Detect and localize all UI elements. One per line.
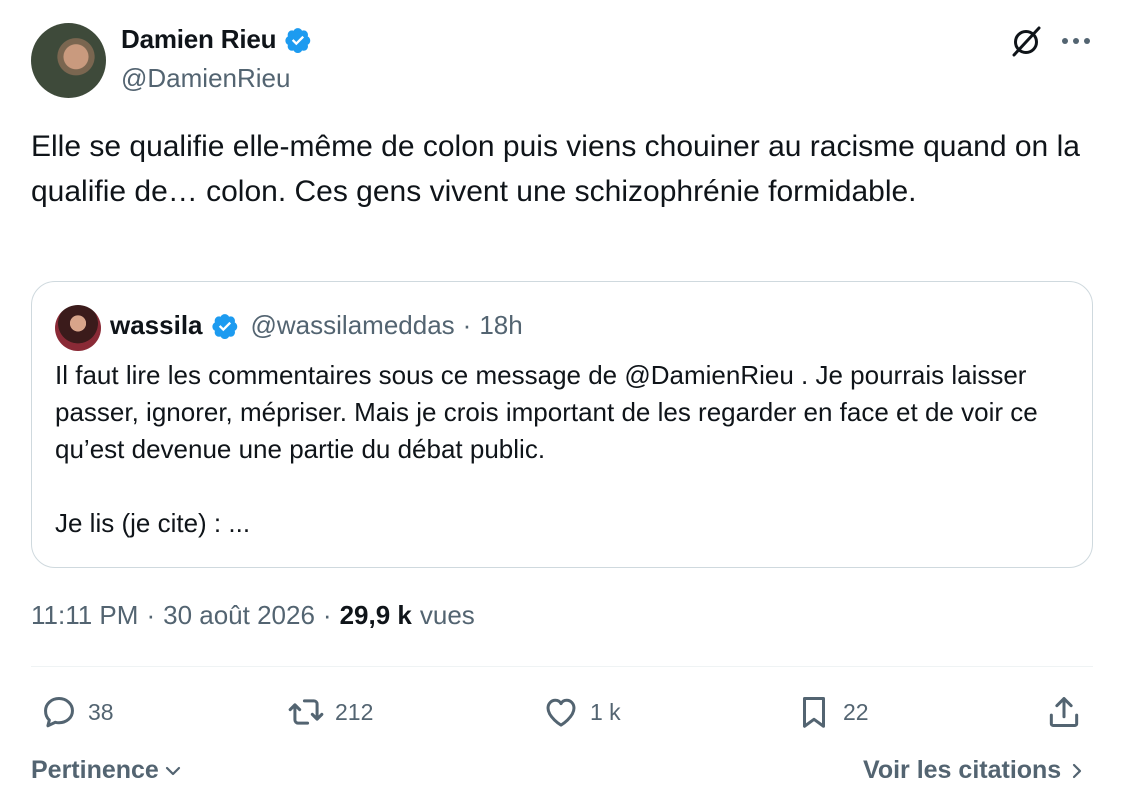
quoted-author-avatar[interactable]: [55, 305, 101, 351]
share-button[interactable]: [1045, 692, 1083, 732]
sort-dropdown[interactable]: Pertinence: [31, 756, 183, 785]
quoted-post-card[interactable]: wassila @wassilameddas · 18h Il faut lir…: [31, 281, 1093, 568]
view-quotes-link[interactable]: Voir les citations: [863, 756, 1085, 785]
post-text: Elle se qualifie elle-même de colon puis…: [31, 130, 1080, 208]
reply-button[interactable]: 38: [40, 692, 114, 732]
sort-label: Pertinence: [31, 756, 159, 784]
bookmark-button[interactable]: 22: [795, 692, 869, 732]
bookmark-count: 22: [843, 698, 869, 725]
post-page: Damien Rieu @DamienRieu Elle se qualifie…: [0, 0, 1123, 810]
verified-badge-icon: [211, 313, 237, 339]
quoted-author-handle[interactable]: @wassilameddas: [251, 310, 455, 341]
separator-dot: ·: [322, 600, 332, 630]
post-meta: 11:11 PM · 30 août 2026 · 29,9 k vues: [31, 600, 475, 631]
quoted-post-time[interactable]: 18h: [479, 310, 522, 341]
like-count: 1 k: [590, 698, 621, 725]
reply-icon: [44, 697, 74, 728]
chevron-right-icon: [1073, 763, 1082, 778]
author-name[interactable]: Damien Rieu: [121, 24, 276, 55]
post-time[interactable]: 11:11 PM: [31, 600, 138, 631]
separator-dot: ·: [146, 600, 156, 630]
quoted-paragraph: Je lis (je cite) : ...: [55, 508, 251, 538]
view-quotes-label: Voir les citations: [863, 756, 1062, 784]
reply-count: 38: [88, 698, 114, 725]
chevron-down-icon: [165, 766, 180, 775]
repost-count: 212: [335, 698, 374, 725]
post-date[interactable]: 30 août 2026: [163, 600, 315, 631]
grok-icon[interactable]: [1007, 22, 1045, 60]
repost-icon: [288, 699, 324, 725]
author-handle[interactable]: @DamienRieu: [121, 63, 290, 94]
like-button[interactable]: 1 k: [542, 692, 621, 732]
more-icon[interactable]: [1058, 28, 1094, 54]
quoted-author-name[interactable]: wassila: [110, 310, 203, 341]
verified-badge-icon: [285, 27, 311, 53]
heart-icon: [546, 698, 576, 727]
divider: [31, 666, 1093, 667]
author-avatar[interactable]: [31, 23, 106, 98]
share-icon: [1049, 697, 1079, 727]
bookmark-icon: [802, 697, 826, 728]
quoted-post-text: Il faut lire les commentaires sous ce me…: [55, 357, 1075, 542]
views-count: 29,9 k: [339, 600, 412, 630]
separator-dot: ·: [462, 310, 472, 340]
repost-button[interactable]: 212: [287, 692, 373, 732]
views-label: vues: [419, 600, 475, 630]
quoted-paragraph: Il faut lire les commentaires sous ce me…: [55, 360, 1038, 464]
